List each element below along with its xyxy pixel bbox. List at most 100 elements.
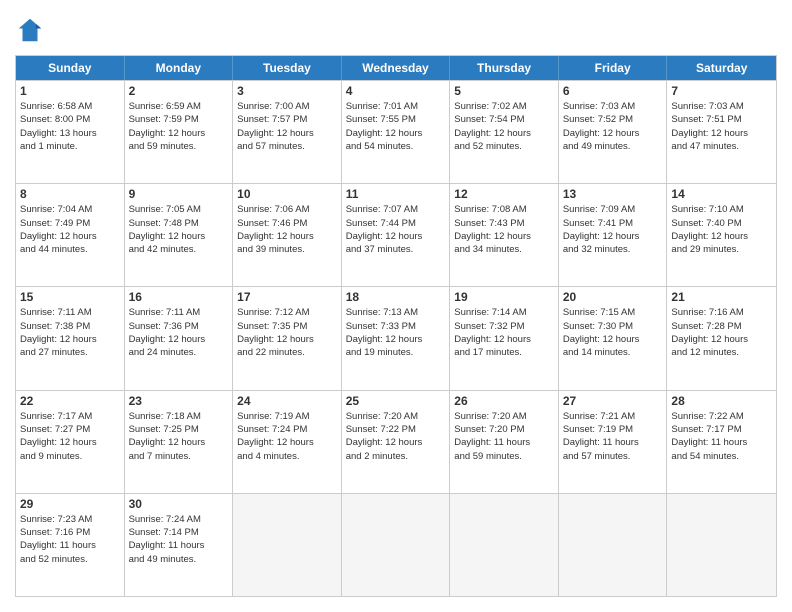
page: SundayMondayTuesdayWednesdayThursdayFrid… [0,0,792,612]
sunset-text: Sunset: 7:14 PM [129,526,229,539]
extra-text: and 2 minutes. [346,450,446,463]
calendar-cell: 8Sunrise: 7:04 AMSunset: 7:49 PMDaylight… [16,184,125,286]
sunrise-text: Sunrise: 7:11 AM [129,306,229,319]
day-number: 17 [237,290,337,304]
daylight-text: Daylight: 12 hours [237,436,337,449]
sunset-text: Sunset: 7:40 PM [671,217,772,230]
calendar-cell: 28Sunrise: 7:22 AMSunset: 7:17 PMDayligh… [667,391,776,493]
extra-text: and 54 minutes. [671,450,772,463]
sunset-text: Sunset: 7:49 PM [20,217,120,230]
sunset-text: Sunset: 7:24 PM [237,423,337,436]
sunrise-text: Sunrise: 7:24 AM [129,513,229,526]
extra-text: and 4 minutes. [237,450,337,463]
extra-text: and 9 minutes. [20,450,120,463]
extra-text: and 37 minutes. [346,243,446,256]
daylight-text: Daylight: 12 hours [454,333,554,346]
sunset-text: Sunset: 7:20 PM [454,423,554,436]
logo [15,15,51,45]
daylight-text: Daylight: 11 hours [671,436,772,449]
day-number: 26 [454,394,554,408]
calendar-cell: 15Sunrise: 7:11 AMSunset: 7:38 PMDayligh… [16,287,125,389]
weekday-header: Thursday [450,56,559,80]
calendar-cell [450,494,559,596]
extra-text: and 14 minutes. [563,346,663,359]
sunset-text: Sunset: 7:59 PM [129,113,229,126]
sunrise-text: Sunrise: 7:23 AM [20,513,120,526]
sunrise-text: Sunrise: 7:21 AM [563,410,663,423]
daylight-text: Daylight: 12 hours [237,333,337,346]
calendar-cell: 14Sunrise: 7:10 AMSunset: 7:40 PMDayligh… [667,184,776,286]
calendar-cell: 20Sunrise: 7:15 AMSunset: 7:30 PMDayligh… [559,287,668,389]
daylight-text: Daylight: 12 hours [237,127,337,140]
sunset-text: Sunset: 7:28 PM [671,320,772,333]
extra-text: and 47 minutes. [671,140,772,153]
daylight-text: Daylight: 12 hours [129,436,229,449]
header [15,15,777,45]
sunset-text: Sunset: 7:25 PM [129,423,229,436]
extra-text: and 39 minutes. [237,243,337,256]
daylight-text: Daylight: 12 hours [237,230,337,243]
calendar-cell [342,494,451,596]
sunset-text: Sunset: 7:19 PM [563,423,663,436]
calendar-cell: 2Sunrise: 6:59 AMSunset: 7:59 PMDaylight… [125,81,234,183]
day-number: 2 [129,84,229,98]
sunrise-text: Sunrise: 7:14 AM [454,306,554,319]
calendar-header: SundayMondayTuesdayWednesdayThursdayFrid… [16,56,776,80]
weekday-header: Sunday [16,56,125,80]
sunrise-text: Sunrise: 6:59 AM [129,100,229,113]
day-number: 15 [20,290,120,304]
sunrise-text: Sunrise: 7:08 AM [454,203,554,216]
daylight-text: Daylight: 12 hours [346,436,446,449]
daylight-text: Daylight: 13 hours [20,127,120,140]
logo-icon [15,15,45,45]
daylight-text: Daylight: 12 hours [454,230,554,243]
calendar-cell: 26Sunrise: 7:20 AMSunset: 7:20 PMDayligh… [450,391,559,493]
extra-text: and 42 minutes. [129,243,229,256]
sunset-text: Sunset: 7:52 PM [563,113,663,126]
day-number: 8 [20,187,120,201]
day-number: 7 [671,84,772,98]
sunrise-text: Sunrise: 7:09 AM [563,203,663,216]
calendar-week: 8Sunrise: 7:04 AMSunset: 7:49 PMDaylight… [16,183,776,286]
daylight-text: Daylight: 12 hours [346,333,446,346]
calendar: SundayMondayTuesdayWednesdayThursdayFrid… [15,55,777,597]
day-number: 13 [563,187,663,201]
calendar-cell: 17Sunrise: 7:12 AMSunset: 7:35 PMDayligh… [233,287,342,389]
extra-text: and 49 minutes. [563,140,663,153]
sunrise-text: Sunrise: 7:20 AM [346,410,446,423]
sunrise-text: Sunrise: 7:12 AM [237,306,337,319]
day-number: 29 [20,497,120,511]
weekday-header: Saturday [667,56,776,80]
sunset-text: Sunset: 7:51 PM [671,113,772,126]
sunrise-text: Sunrise: 7:20 AM [454,410,554,423]
sunrise-text: Sunrise: 7:10 AM [671,203,772,216]
day-number: 11 [346,187,446,201]
sunrise-text: Sunrise: 7:16 AM [671,306,772,319]
daylight-text: Daylight: 12 hours [346,127,446,140]
extra-text: and 1 minute. [20,140,120,153]
calendar-cell: 16Sunrise: 7:11 AMSunset: 7:36 PMDayligh… [125,287,234,389]
extra-text: and 34 minutes. [454,243,554,256]
calendar-cell: 12Sunrise: 7:08 AMSunset: 7:43 PMDayligh… [450,184,559,286]
day-number: 16 [129,290,229,304]
sunset-text: Sunset: 7:33 PM [346,320,446,333]
day-number: 4 [346,84,446,98]
calendar-cell: 19Sunrise: 7:14 AMSunset: 7:32 PMDayligh… [450,287,559,389]
sunrise-text: Sunrise: 7:02 AM [454,100,554,113]
day-number: 9 [129,187,229,201]
sunset-text: Sunset: 7:16 PM [20,526,120,539]
day-number: 14 [671,187,772,201]
sunset-text: Sunset: 7:30 PM [563,320,663,333]
calendar-cell: 18Sunrise: 7:13 AMSunset: 7:33 PMDayligh… [342,287,451,389]
day-number: 20 [563,290,663,304]
daylight-text: Daylight: 12 hours [563,333,663,346]
daylight-text: Daylight: 11 hours [20,539,120,552]
sunrise-text: Sunrise: 7:01 AM [346,100,446,113]
daylight-text: Daylight: 12 hours [563,127,663,140]
sunrise-text: Sunrise: 7:06 AM [237,203,337,216]
daylight-text: Daylight: 12 hours [20,230,120,243]
sunset-text: Sunset: 8:00 PM [20,113,120,126]
daylight-text: Daylight: 12 hours [20,436,120,449]
sunrise-text: Sunrise: 7:11 AM [20,306,120,319]
sunrise-text: Sunrise: 7:13 AM [346,306,446,319]
